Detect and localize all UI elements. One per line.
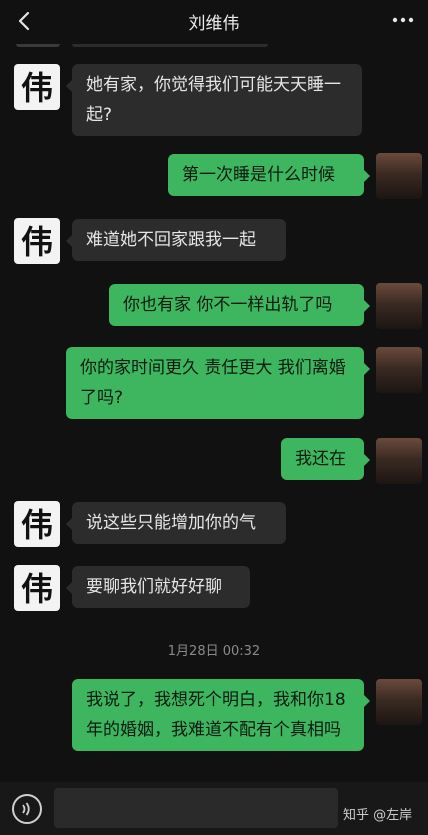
my-avatar[interactable] bbox=[376, 438, 422, 484]
voice-icon[interactable] bbox=[12, 794, 42, 824]
my-avatar[interactable] bbox=[376, 679, 422, 725]
contact-avatar[interactable]: 伟 bbox=[14, 218, 60, 264]
watermark: 知乎 @左岸 bbox=[343, 808, 413, 823]
previous-message-edge bbox=[16, 44, 60, 47]
message-bubble-outgoing[interactable]: 第一次睡是什么时候 bbox=[168, 154, 370, 196]
my-avatar[interactable] bbox=[376, 153, 422, 199]
message-bubble-incoming[interactable]: 她有家，你觉得我们可能天天睡一起? bbox=[66, 64, 362, 136]
avatar-calligraphy-icon: 伟 bbox=[21, 506, 53, 544]
my-avatar[interactable] bbox=[376, 347, 422, 393]
svg-text:伟: 伟 bbox=[21, 69, 53, 107]
chat-timestamp: 1月28日 00:32 bbox=[167, 644, 261, 659]
previous-bubble-edge bbox=[72, 44, 268, 47]
avatar-calligraphy-icon: 伟 bbox=[21, 69, 53, 107]
svg-text:伟: 伟 bbox=[21, 570, 53, 608]
message-bubble-incoming[interactable]: 难道她不回家跟我一起 bbox=[66, 219, 286, 261]
contact-avatar[interactable]: 伟 bbox=[14, 565, 60, 611]
avatar-calligraphy-icon: 伟 bbox=[21, 223, 53, 261]
message-bubble-outgoing[interactable]: 你也有家 你不一样出轨了吗 bbox=[109, 284, 370, 326]
more-dots-icon[interactable] bbox=[388, 8, 418, 32]
message-bubble-outgoing[interactable]: 我还在 bbox=[281, 438, 370, 480]
message-bubble-outgoing[interactable]: 我说了，我想死个明白，我和你18年的婚姻，我难道不配有个真相吗 bbox=[72, 679, 370, 751]
message-bubble-outgoing[interactable]: 你的家时间更久 责任更大 我们离婚了吗? bbox=[66, 347, 370, 419]
svg-text:伟: 伟 bbox=[21, 506, 53, 544]
chat-title: 刘维伟 bbox=[188, 14, 240, 34]
contact-avatar[interactable]: 伟 bbox=[14, 64, 60, 110]
contact-avatar[interactable]: 伟 bbox=[14, 501, 60, 547]
chat-header: 刘维伟 bbox=[0, 0, 428, 44]
message-bubble-incoming[interactable]: 说这些只能增加你的气 bbox=[66, 502, 286, 544]
message-bubble-incoming[interactable]: 要聊我们就好好聊 bbox=[66, 566, 250, 608]
message-input[interactable] bbox=[54, 788, 338, 828]
my-avatar[interactable] bbox=[376, 283, 422, 329]
svg-text:伟: 伟 bbox=[21, 223, 53, 261]
avatar-calligraphy-icon: 伟 bbox=[21, 570, 53, 608]
